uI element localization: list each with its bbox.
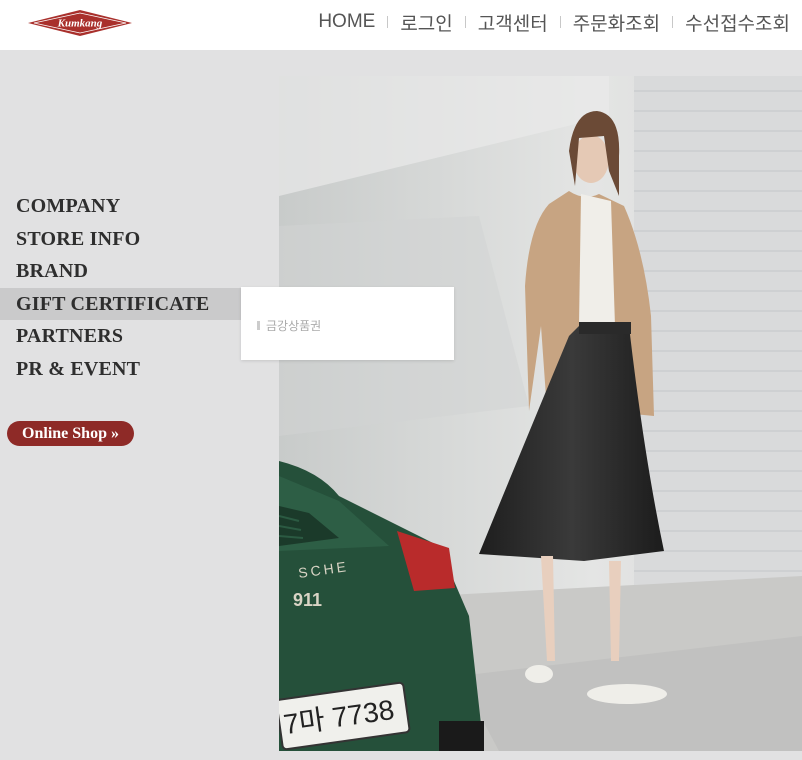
side-nav: COMPANY STORE INFO BRAND GIFT CERTIFICAT… xyxy=(0,190,279,386)
nav-separator xyxy=(464,16,466,28)
sidebar-item-partners[interactable]: PARTNERS xyxy=(0,320,279,353)
car-model-text: 911 xyxy=(293,590,322,610)
sidebar-item-brand[interactable]: BRAND xyxy=(0,255,279,288)
nav-customer-center[interactable]: 고객센터 xyxy=(478,9,548,36)
submenu-item-label: 금강상품권 xyxy=(266,319,322,333)
nav-order-lookup[interactable]: 주문화조회 xyxy=(573,9,660,36)
top-bar: Kumkang HOME 로그인 고객센터 주문화조회 수선접수조회 xyxy=(0,0,802,50)
submenu-item-kumkang-gift-certificate[interactable]: 금강상품권 xyxy=(257,317,321,334)
online-shop-button[interactable]: Online Shop » xyxy=(7,421,134,446)
hero-image: SCHE 911 7마 7738 xyxy=(279,76,802,751)
submenu-bullet-icon xyxy=(257,321,260,330)
logo-text: Kumkang xyxy=(57,18,103,30)
sidebar-item-store-info[interactable]: STORE INFO xyxy=(0,223,279,256)
gift-certificate-submenu: 금강상품권 xyxy=(241,287,454,360)
nav-login[interactable]: 로그인 xyxy=(400,9,452,36)
sidebar-item-gift-certificate[interactable]: GIFT CERTIFICATE xyxy=(0,287,279,321)
nav-separator xyxy=(672,16,674,28)
nav-home[interactable]: HOME xyxy=(318,11,375,33)
kumkang-logo[interactable]: Kumkang xyxy=(24,8,136,38)
nav-repair-lookup[interactable]: 수선접수조회 xyxy=(685,9,790,36)
top-nav: HOME 로그인 고객센터 주문화조회 수선접수조회 xyxy=(318,9,790,36)
hero-photo: SCHE 911 7마 7738 xyxy=(279,76,802,751)
nav-separator xyxy=(559,16,561,28)
sidebar-item-company[interactable]: COMPANY xyxy=(0,190,279,223)
nav-separator xyxy=(387,16,389,28)
sidebar-item-pr-event[interactable]: PR & EVENT xyxy=(0,353,279,386)
